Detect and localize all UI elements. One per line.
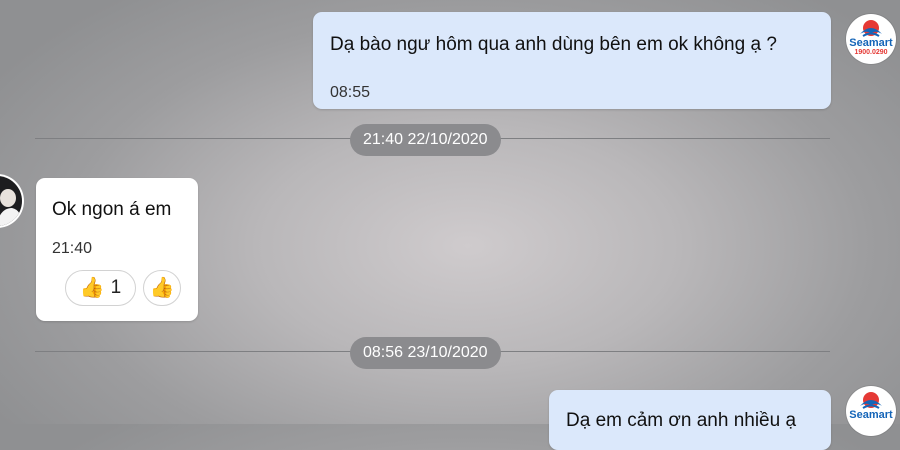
brand-name: Seamart [849,409,893,421]
thumbs-up-icon: 👍 [79,277,105,299]
date-separator: 08:56 23/10/2020 [350,337,501,369]
message-text: Dạ em cảm ơn anh nhiều ạ [566,410,797,431]
brand-name: Seamart [849,37,893,49]
outgoing-message-bubble[interactable]: Dạ bào ngư hôm qua anh dùng bên em ok kh… [313,12,831,109]
message-time: 21:40 [52,240,93,257]
reaction-count: 1 [110,277,122,298]
date-separator: 21:40 22/10/2020 [350,124,501,156]
message-text: Dạ bào ngư hôm qua anh dùng bên em ok kh… [330,34,777,55]
outgoing-message-bubble[interactable]: Dạ em cảm ơn anh nhiều ạ [549,390,831,450]
thumbs-up-icon: 👍 [149,277,175,299]
seamart-avatar[interactable]: Seamart [846,386,896,436]
brand-phone: 1900.0290 [854,49,888,56]
message-time: 08:55 [330,84,371,101]
message-text: Ok ngon á em [52,199,172,220]
customer-photo-icon [0,189,22,226]
incoming-message-bubble[interactable]: Ok ngon á em 21:40 👍 1 👍 [36,178,198,321]
add-reaction-button[interactable]: 👍 [143,270,181,306]
reaction-summary[interactable]: 👍 1 [65,270,136,306]
customer-avatar[interactable] [0,176,22,226]
seamart-avatar[interactable]: Seamart 1900.0290 [846,14,896,64]
